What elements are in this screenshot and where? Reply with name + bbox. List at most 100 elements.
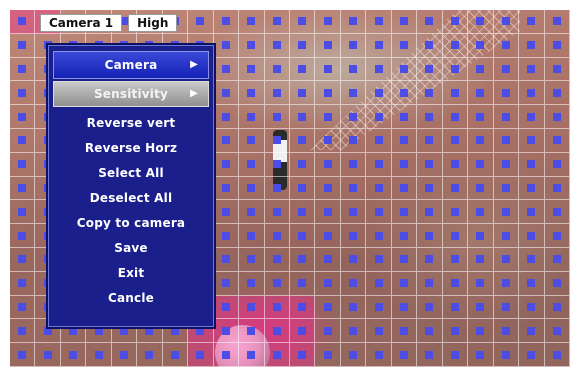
menu-item-reverse-vert[interactable]: Reverse vert <box>48 111 214 136</box>
grid-cell[interactable] <box>366 295 392 320</box>
grid-cell[interactable] <box>442 33 469 58</box>
grid-cell[interactable] <box>442 10 469 34</box>
grid-cell[interactable] <box>442 128 469 153</box>
grid-cell[interactable] <box>493 105 520 129</box>
grid-cell[interactable] <box>86 343 112 367</box>
grid-cell[interactable] <box>544 10 570 34</box>
grid-cell[interactable] <box>315 319 341 344</box>
grid-cell[interactable] <box>366 152 392 177</box>
grid-cell[interactable] <box>417 319 443 344</box>
grid-cell[interactable] <box>188 343 214 367</box>
grid-cell[interactable] <box>213 271 240 296</box>
grid-cell[interactable] <box>10 343 36 367</box>
grid-cell[interactable] <box>239 152 265 177</box>
grid-cell[interactable] <box>493 200 520 225</box>
grid-cell[interactable] <box>417 247 443 272</box>
grid-cell[interactable] <box>315 81 341 106</box>
grid-cell[interactable] <box>340 176 367 201</box>
grid-cell[interactable] <box>239 200 265 225</box>
grid-cell[interactable] <box>366 247 392 272</box>
grid-cell[interactable] <box>391 200 418 225</box>
grid-cell[interactable] <box>417 224 443 248</box>
grid-cell[interactable] <box>239 128 265 153</box>
grid-cell[interactable] <box>239 176 265 201</box>
grid-cell[interactable] <box>544 295 570 320</box>
grid-cell[interactable] <box>417 271 443 296</box>
grid-cell[interactable] <box>391 176 418 201</box>
grid-cell[interactable] <box>340 319 367 344</box>
grid-cell[interactable] <box>366 10 392 34</box>
grid-cell[interactable] <box>10 81 36 106</box>
grid-cell[interactable] <box>340 343 367 367</box>
grid-cell[interactable] <box>442 224 469 248</box>
grid-cell[interactable] <box>544 57 570 82</box>
grid-cell[interactable] <box>519 33 545 58</box>
grid-cell[interactable] <box>417 200 443 225</box>
grid-cell[interactable] <box>213 343 240 367</box>
grid-cell[interactable] <box>290 224 316 248</box>
menu-item-cancel[interactable]: Cancle <box>48 286 214 311</box>
menu-item-reverse-horz[interactable]: Reverse Horz <box>48 136 214 161</box>
grid-cell[interactable] <box>468 81 494 106</box>
grid-cell[interactable] <box>340 152 367 177</box>
grid-cell[interactable] <box>137 343 163 367</box>
grid-cell[interactable] <box>188 10 214 34</box>
grid-cell[interactable] <box>391 295 418 320</box>
menu-item-camera[interactable]: Camera ▶ <box>53 51 209 79</box>
grid-cell[interactable] <box>417 152 443 177</box>
grid-cell[interactable] <box>442 319 469 344</box>
grid-cell[interactable] <box>10 200 36 225</box>
grid-cell[interactable] <box>468 57 494 82</box>
grid-cell[interactable] <box>340 200 367 225</box>
grid-cell[interactable] <box>239 271 265 296</box>
grid-cell[interactable] <box>417 176 443 201</box>
grid-cell[interactable] <box>213 128 240 153</box>
grid-cell[interactable] <box>290 81 316 106</box>
grid-cell[interactable] <box>264 128 290 153</box>
grid-cell[interactable] <box>468 176 494 201</box>
grid-cell[interactable] <box>239 295 265 320</box>
grid-cell[interactable] <box>391 10 418 34</box>
grid-cell[interactable] <box>10 128 36 153</box>
grid-cell[interactable] <box>340 271 367 296</box>
grid-cell[interactable] <box>442 247 469 272</box>
grid-cell[interactable] <box>264 81 290 106</box>
grid-cell[interactable] <box>340 128 367 153</box>
grid-cell[interactable] <box>10 57 36 82</box>
grid-cell[interactable] <box>290 128 316 153</box>
menu-item-save[interactable]: Save <box>48 236 214 261</box>
grid-cell[interactable] <box>366 105 392 129</box>
grid-cell[interactable] <box>213 319 240 344</box>
grid-cell[interactable] <box>493 343 520 367</box>
grid-cell[interactable] <box>519 176 545 201</box>
grid-cell[interactable] <box>213 152 240 177</box>
grid-cell[interactable] <box>213 176 240 201</box>
grid-cell[interactable] <box>239 343 265 367</box>
grid-cell[interactable] <box>264 271 290 296</box>
grid-cell[interactable] <box>519 57 545 82</box>
menu-item-select-all[interactable]: Select All <box>48 161 214 186</box>
grid-cell[interactable] <box>417 33 443 58</box>
grid-cell[interactable] <box>213 105 240 129</box>
grid-cell[interactable] <box>264 319 290 344</box>
grid-cell[interactable] <box>239 247 265 272</box>
grid-cell[interactable] <box>111 343 138 367</box>
grid-cell[interactable] <box>290 319 316 344</box>
grid-cell[interactable] <box>519 81 545 106</box>
grid-cell[interactable] <box>213 247 240 272</box>
grid-cell[interactable] <box>315 105 341 129</box>
grid-cell[interactable] <box>519 10 545 34</box>
grid-cell[interactable] <box>264 105 290 129</box>
grid-cell[interactable] <box>315 271 341 296</box>
grid-cell[interactable] <box>544 200 570 225</box>
grid-cell[interactable] <box>468 33 494 58</box>
grid-cell[interactable] <box>366 343 392 367</box>
grid-cell[interactable] <box>544 176 570 201</box>
grid-cell[interactable] <box>391 247 418 272</box>
grid-cell[interactable] <box>290 33 316 58</box>
grid-cell[interactable] <box>417 81 443 106</box>
grid-cell[interactable] <box>213 33 240 58</box>
grid-cell[interactable] <box>468 128 494 153</box>
grid-cell[interactable] <box>391 319 418 344</box>
grid-cell[interactable] <box>366 128 392 153</box>
